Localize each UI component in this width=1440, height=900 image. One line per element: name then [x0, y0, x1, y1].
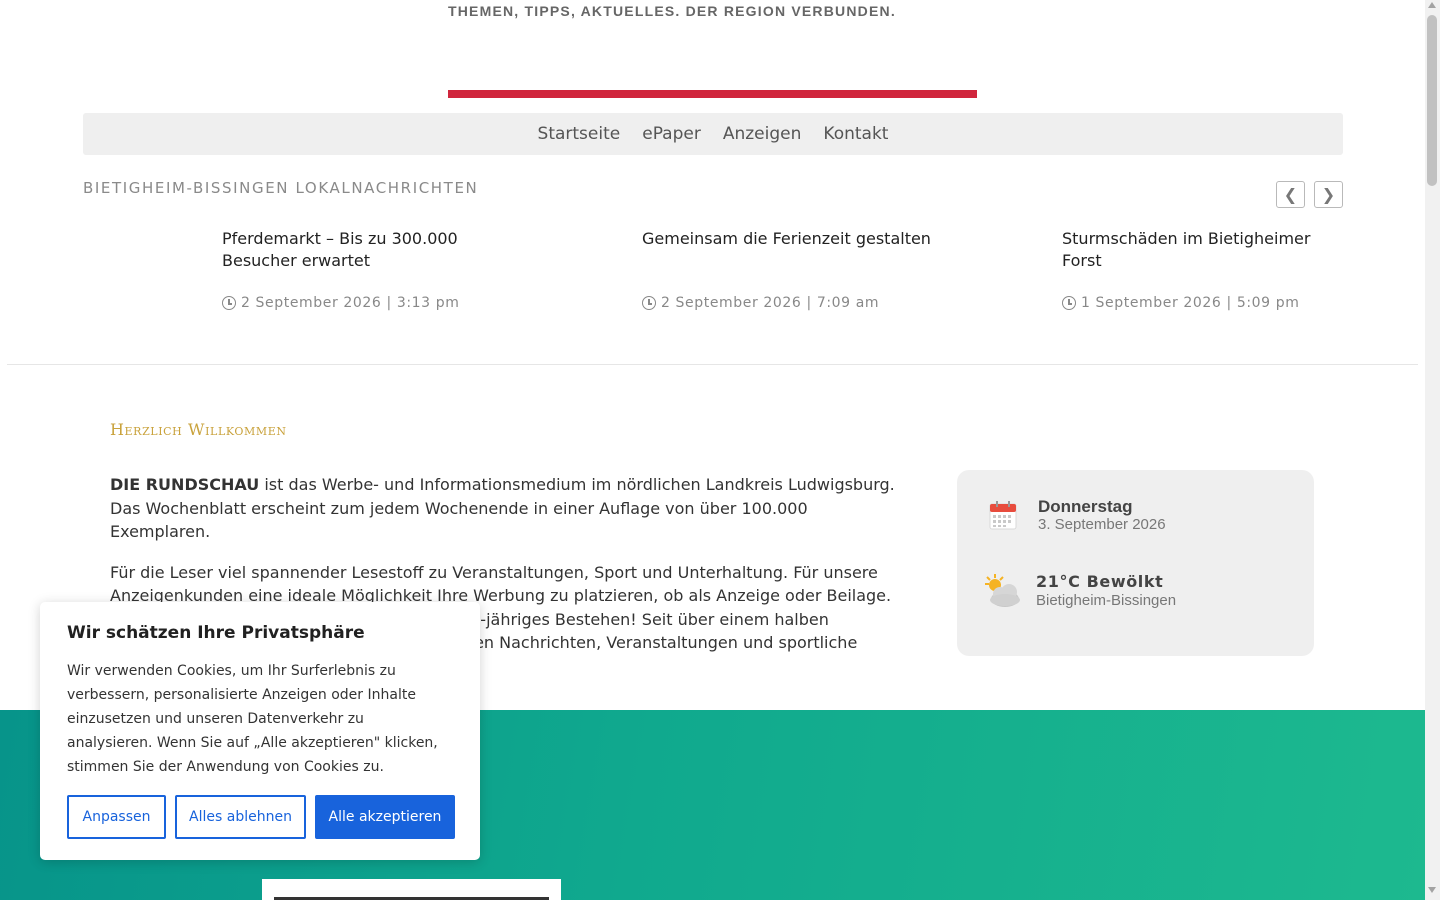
scroll-thumb[interactable] [1427, 15, 1437, 186]
news-date: 2 September 2026 | 7:09 am [642, 295, 879, 311]
slider-prev-button[interactable]: ❮ [1276, 181, 1305, 208]
nav-item-kontakt[interactable]: Kontakt [823, 124, 888, 144]
page: THEMEN, TIPPS, AKTUELLES. DER REGION VER… [0, 0, 1425, 900]
news-item[interactable]: Gemeinsam die Ferienzeit gestalten 2 Sep… [642, 228, 942, 311]
nav-item-epaper[interactable]: ePaper [642, 124, 701, 144]
site-tagline: THEMEN, TIPPS, AKTUELLES. DER REGION VER… [448, 3, 896, 19]
intro-paragraph-1: DIE RUNDSCHAU ist das Werbe- und Informa… [110, 473, 910, 544]
brand-name: DIE RUNDSCHAU [110, 475, 260, 494]
news-date-text: 2 September 2026 | 3:13 pm [241, 295, 460, 311]
teal-section-card [262, 879, 561, 900]
scroll-down-arrow-icon[interactable] [1428, 887, 1436, 893]
nav-item-anzeigen[interactable]: Anzeigen [723, 124, 802, 144]
news-item[interactable]: Sturmschäden im Bietigheimer Forst 1 Sep… [1062, 228, 1332, 311]
clock-icon [642, 296, 656, 310]
news-date-text: 2 September 2026 | 7:09 am [661, 295, 880, 311]
calendar-icon [989, 501, 1017, 530]
section-divider [7, 364, 1418, 365]
cookie-customize-button[interactable]: Anpassen [67, 795, 166, 839]
news-date-text: 1 September 2026 | 5:09 pm [1081, 295, 1300, 311]
weekday-label: Donnerstag [1038, 497, 1133, 516]
news-section-heading: BIETIGHEIM-BISSINGEN LOKALNACHRICHTEN [83, 179, 479, 197]
news-date: 2 September 2026 | 3:13 pm [222, 295, 459, 311]
cookie-text: Wir verwenden Cookies, um Ihr Surferlebn… [67, 663, 438, 775]
weather-temperature: 21°C Bewölkt [1036, 572, 1164, 591]
partly-cloudy-icon [985, 574, 1020, 607]
cookie-reject-button[interactable]: Alles ablehnen [175, 795, 306, 839]
cookie-consent-dialog: Wir schätzen Ihre Privatsphäre Wir verwe… [40, 602, 480, 860]
header-accent-bar [448, 90, 977, 98]
cookie-title: Wir schätzen Ihre Privatsphäre [67, 623, 365, 643]
date-weather-widget: Donnerstag 3. September 2026 21°C Bewölk… [957, 470, 1314, 656]
main-nav: Startseite ePaper Anzeigen Kontakt [83, 113, 1343, 155]
cookie-buttons: Anpassen Alles ablehnen Alle akzeptieren [67, 795, 455, 839]
nav-item-startseite[interactable]: Startseite [538, 124, 621, 144]
slider-next-button[interactable]: ❯ [1314, 181, 1343, 208]
news-title[interactable]: Gemeinsam die Ferienzeit gestalten [642, 228, 942, 250]
news-title[interactable]: Sturmschäden im Bietigheimer Forst [1062, 228, 1332, 272]
welcome-heading: Herzlich Willkommen [110, 420, 287, 439]
clock-icon [1062, 296, 1076, 310]
news-item[interactable]: Pferdemarkt – Bis zu 300.000 Besucher er… [222, 228, 522, 311]
date-label: 3. September 2026 [1038, 516, 1166, 533]
clock-icon [222, 296, 236, 310]
cookie-accept-button[interactable]: Alle akzeptieren [315, 795, 455, 839]
news-title[interactable]: Pferdemarkt – Bis zu 300.000 Besucher er… [222, 228, 522, 272]
news-date: 1 September 2026 | 5:09 pm [1062, 295, 1299, 311]
vertical-scrollbar[interactable] [1425, 0, 1440, 900]
weather-location: Bietigheim-Bissingen [1036, 592, 1177, 609]
scroll-up-arrow-icon[interactable] [1428, 2, 1436, 8]
